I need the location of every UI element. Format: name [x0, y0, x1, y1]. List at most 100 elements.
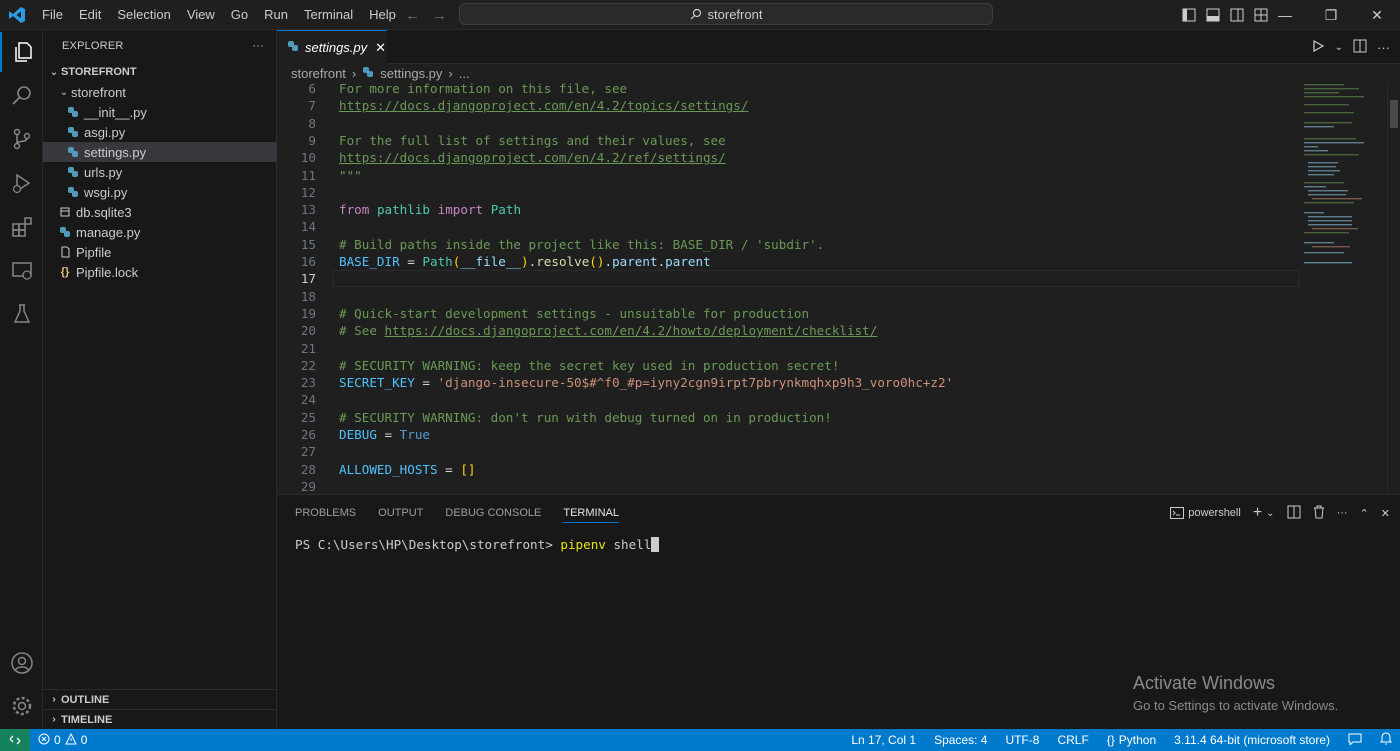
tab-terminal[interactable]: TERMINAL	[563, 507, 619, 523]
watermark-title: Activate Windows	[1133, 673, 1276, 693]
close-window-icon[interactable]: ✕	[1354, 0, 1400, 30]
menu-run[interactable]: Run	[256, 0, 296, 30]
language-mode[interactable]: {} Python	[1107, 733, 1156, 747]
tree-root-storefront[interactable]: ⌄ STOREFRONT	[43, 62, 277, 82]
tree-file-db[interactable]: db.sqlite3	[43, 202, 277, 222]
line-number: 19	[300, 305, 316, 321]
end-of-line[interactable]: CRLF	[1057, 733, 1088, 747]
more-actions-icon[interactable]: ···	[1337, 507, 1348, 519]
split-editor-icon[interactable]	[1353, 39, 1367, 56]
json-braces-icon: {}	[60, 266, 70, 278]
more-actions-icon[interactable]: ···	[1377, 40, 1390, 55]
tree-file-wsgi[interactable]: wsgi.py	[43, 182, 277, 202]
code-line: 22 # SECURITY WARNING: keep the secret ke…	[277, 357, 1297, 374]
maximize-panel-chevron-up-icon[interactable]: ⌃	[1360, 507, 1369, 520]
more-actions-icon[interactable]: ···	[252, 40, 264, 52]
trash-icon[interactable]	[1313, 505, 1325, 522]
tree-file-pipfile-lock[interactable]: {} Pipfile.lock	[43, 262, 277, 282]
tab-debug-console[interactable]: DEBUG CONSOLE	[445, 507, 541, 519]
line-content: BASE_DIR = Path(__file__).resolve().pare…	[339, 253, 711, 270]
code-line: 7 https://docs.djangoproject.com/en/4.2/t…	[277, 97, 1297, 114]
tab-problems[interactable]: PROBLEMS	[295, 507, 356, 519]
timeline-section[interactable]: › TIMELINE	[43, 709, 277, 729]
terminal-output[interactable]: PS C:\Users\HP\Desktop\storefront> pipen…	[295, 537, 660, 552]
back-arrow-icon[interactable]: ←	[405, 7, 420, 24]
encoding[interactable]: UTF-8	[1005, 733, 1039, 747]
close-tab-icon[interactable]: ✕	[375, 40, 386, 56]
close-panel-icon[interactable]: ✕	[1381, 507, 1390, 520]
scrollbar-thumb[interactable]	[1390, 100, 1398, 128]
testing-icon[interactable]	[0, 294, 43, 334]
remote-explorer-icon[interactable]	[0, 251, 43, 291]
tab-output[interactable]: OUTPUT	[378, 507, 423, 519]
tree-file-asgi[interactable]: asgi.py	[43, 122, 277, 142]
forward-arrow-icon[interactable]: →	[432, 7, 447, 24]
editor-scrollbar[interactable]	[1387, 82, 1400, 494]
search-icon	[690, 8, 701, 20]
status-right: Ln 17, Col 1 Spaces: 4 UTF-8 CRLF {} Pyt…	[851, 729, 1393, 751]
tree-file-label: __init__.py	[84, 104, 147, 120]
code-line: 19 # Quick-start development settings - u…	[277, 305, 1297, 322]
minimap[interactable]	[1300, 82, 1385, 272]
toggle-primary-sidebar-icon[interactable]	[1180, 6, 1198, 24]
code-token: """	[339, 167, 362, 183]
indentation[interactable]: Spaces: 4	[934, 733, 987, 747]
new-terminal-plus-icon[interactable]: +	[1253, 504, 1262, 522]
search-icon[interactable]	[0, 76, 43, 116]
menu-go[interactable]: Go	[223, 0, 256, 30]
source-control-icon[interactable]	[0, 119, 43, 159]
menu-edit[interactable]: Edit	[71, 0, 109, 30]
command-center-search[interactable]: storefront	[459, 3, 993, 25]
terminal-prompt: PS C:\Users\HP\Desktop\storefront>	[295, 537, 561, 552]
tree-folder-storefront[interactable]: ⌄ storefront	[43, 82, 277, 102]
code-token: https://docs.djangoproject.com/en/4.2/to…	[339, 98, 749, 114]
tree-file-settings[interactable]: settings.py	[43, 142, 277, 162]
menu-help[interactable]: Help	[361, 0, 404, 30]
terminal-command: pipenv	[560, 537, 606, 552]
breadcrumb-file[interactable]: settings.py	[380, 66, 442, 81]
code-line: 26 DEBUG = True	[277, 426, 1297, 443]
accounts-icon[interactable]	[0, 643, 43, 683]
python-interpreter[interactable]: 3.11.4 64-bit (microsoft store)	[1174, 733, 1330, 747]
terminal-icon	[1170, 507, 1185, 519]
extensions-icon[interactable]	[0, 207, 43, 247]
maximize-icon[interactable]: ❐	[1308, 0, 1354, 30]
outline-label: OUTLINE	[61, 693, 110, 706]
menu-file[interactable]: File	[34, 0, 71, 30]
remote-indicator-icon[interactable]	[0, 729, 30, 751]
chevron-down-icon[interactable]: ⌄	[1335, 42, 1343, 53]
code-editor[interactable]: 6 For more information on this file, see 7…	[277, 82, 1385, 494]
tree-file-urls[interactable]: urls.py	[43, 162, 277, 182]
outline-section[interactable]: › OUTLINE	[43, 689, 277, 709]
run-python-file-icon[interactable]	[1311, 39, 1325, 56]
code-token: Path	[422, 254, 453, 269]
tree-file-pipfile[interactable]: Pipfile	[43, 242, 277, 262]
feedback-icon[interactable]	[1348, 733, 1362, 748]
search-label: storefront	[707, 6, 763, 22]
code-token: .	[604, 254, 613, 269]
tree-file-init[interactable]: __init__.py	[43, 102, 277, 122]
terminal-shell-selector[interactable]: powershell	[1170, 507, 1241, 519]
menu-selection[interactable]: Selection	[109, 0, 178, 30]
tree-file-manage[interactable]: manage.py	[43, 222, 277, 242]
toggle-secondary-sidebar-icon[interactable]	[1228, 6, 1246, 24]
code-line: 16 BASE_DIR = Path(__file__).resolve().pa…	[277, 253, 1297, 270]
explorer-icon[interactable]	[0, 32, 43, 72]
breadcrumb-folder[interactable]: storefront	[291, 66, 346, 81]
breadcrumb-more[interactable]: ...	[459, 66, 470, 81]
timeline-label: TIMELINE	[61, 713, 113, 726]
line-number: 29	[300, 478, 316, 494]
tab-settings-py[interactable]: settings.py ✕	[277, 30, 387, 64]
notifications-bell-icon[interactable]	[1379, 732, 1393, 748]
run-and-debug-icon[interactable]	[0, 163, 43, 203]
manage-gear-icon[interactable]	[0, 686, 43, 726]
minimize-icon[interactable]: —	[1262, 0, 1308, 30]
problems-status[interactable]: 0 0	[30, 732, 87, 748]
cursor-position[interactable]: Ln 17, Col 1	[851, 733, 916, 747]
menu-terminal[interactable]: Terminal	[296, 0, 361, 30]
toggle-panel-icon[interactable]	[1204, 6, 1222, 24]
chevron-down-icon[interactable]: ⌄	[1266, 508, 1274, 519]
code-token: ()	[589, 254, 605, 269]
menu-view[interactable]: View	[179, 0, 223, 30]
split-terminal-icon[interactable]	[1287, 505, 1301, 522]
